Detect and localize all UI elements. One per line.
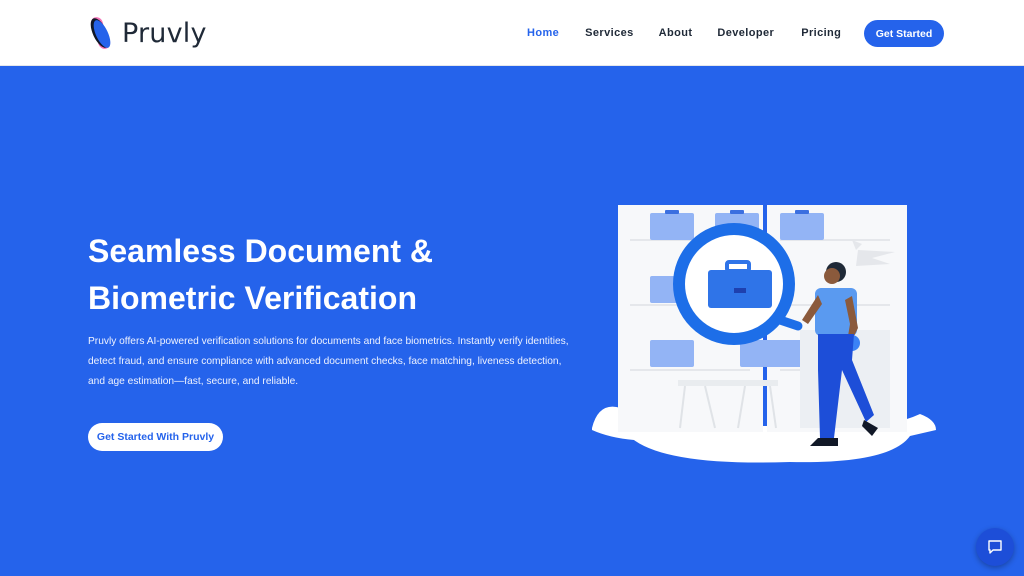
logo-mark-icon (90, 17, 111, 49)
nav-developer[interactable]: Developer (717, 27, 774, 39)
main-nav: Home Services About Developer Pricing (527, 27, 841, 39)
brand-name: Pruvly (122, 17, 207, 49)
nav-about[interactable]: About (659, 27, 693, 39)
hero-title-line1: Seamless Document & (88, 233, 434, 269)
nav-pricing[interactable]: Pricing (801, 27, 841, 39)
brand-logo[interactable]: Pruvly (88, 14, 207, 52)
nav-home[interactable]: Home (527, 27, 559, 39)
hero-description: Pruvly offers AI-powered verification so… (88, 336, 569, 387)
navbar: Pruvly Home Services About Developer Pri… (0, 0, 1024, 66)
chat-bubble-icon (988, 540, 1002, 554)
get-started-button[interactable]: Get Started (864, 20, 944, 47)
verification-illustration (592, 205, 936, 463)
hero-title-line2: Biometric Verification (88, 280, 417, 316)
chat-button[interactable] (976, 528, 1014, 566)
nav-services[interactable]: Services (585, 27, 633, 39)
get-started-with-pruvly-button[interactable]: Get Started With Pruvly (88, 423, 223, 451)
hero-title: Seamless Document & Biometric Verificati… (88, 228, 528, 322)
